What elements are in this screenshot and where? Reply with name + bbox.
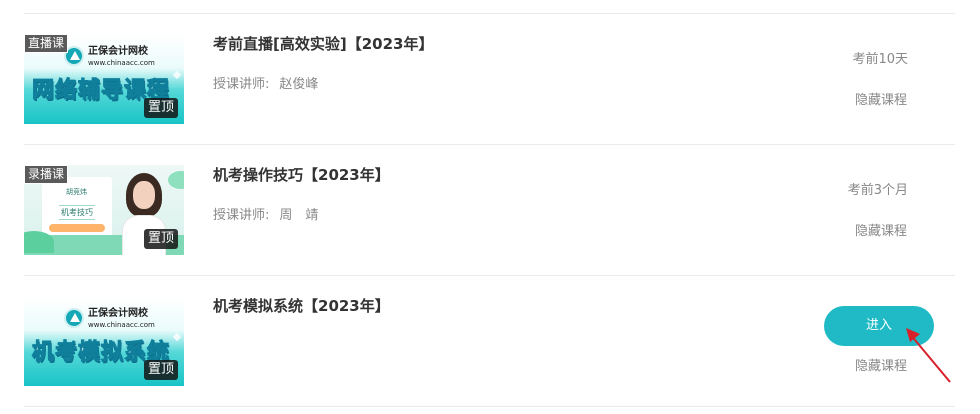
- course-title[interactable]: 考前直播[高效实验]【2023年】: [213, 34, 433, 54]
- course-thumbnail[interactable]: 胡竞炜 机考技巧 录播课 置顶: [24, 165, 184, 255]
- pinned-badge: 置顶: [143, 360, 178, 380]
- teacher-label: 授课讲师:: [213, 77, 270, 92]
- course-title[interactable]: 机考模拟系统【2023年】: [213, 296, 390, 316]
- teacher-name: 赵俊峰: [279, 77, 319, 92]
- thumbnail-brand: 正保会计网校: [88, 46, 148, 57]
- leaf-decoration-icon: [24, 231, 54, 253]
- thumbnail-url: www.chinaacc.com: [88, 321, 155, 329]
- course-type-badge: 直播课: [24, 34, 69, 53]
- course-row: 正保会计网校 www.chinaacc.com 机考模拟系统 置顶 机考模拟系统…: [24, 276, 955, 407]
- course-title[interactable]: 机考操作技巧【2023年】: [213, 165, 390, 185]
- course-teacher: 授课讲师: 周 靖: [213, 207, 318, 225]
- course-thumbnail[interactable]: 正保会计网校 www.chinaacc.com 网络辅导课程 直播课 置顶: [24, 34, 184, 124]
- teacher-name: 周 靖: [279, 208, 319, 223]
- sparkle-icon: [172, 70, 182, 80]
- course-row: 胡竞炜 机考技巧 录播课 置顶 机考操作技巧【2023年】 授课讲师: 周 靖 考…: [24, 145, 955, 276]
- leaf-decoration-icon: [168, 171, 184, 189]
- pinned-badge: 置顶: [143, 98, 178, 118]
- arrow-shaft: [909, 333, 951, 383]
- teacher-photo-face: [133, 181, 155, 209]
- course-row: 正保会计网校 www.chinaacc.com 网络辅导课程 直播课 置顶 考前…: [24, 14, 955, 145]
- thumbnail-topic: 机考技巧: [59, 205, 95, 220]
- thumbnail-brand: 正保会计网校: [88, 308, 148, 319]
- brand-logo-icon: [64, 308, 84, 328]
- hide-course-link[interactable]: 隐藏课程: [855, 92, 907, 110]
- thumbnail-teacher-line: 胡竞炜: [66, 188, 87, 196]
- course-teacher: 授课讲师: 赵俊峰: [213, 76, 318, 94]
- teacher-label: 授课讲师:: [213, 208, 270, 223]
- red-arrow-annotation: [906, 328, 951, 383]
- thumbnail-url: www.chinaacc.com: [88, 59, 155, 67]
- arrow-head-icon: [906, 328, 920, 342]
- exam-countdown: 考前3个月: [847, 183, 908, 198]
- exam-countdown: 考前10天: [852, 52, 908, 67]
- pinned-badge: 置顶: [143, 229, 178, 249]
- course-thumbnail[interactable]: 正保会计网校 www.chinaacc.com 机考模拟系统 置顶: [24, 296, 184, 386]
- sparkle-icon: [172, 332, 182, 342]
- hide-course-link[interactable]: 隐藏课程: [855, 223, 907, 241]
- course-type-badge: 录播课: [24, 165, 69, 184]
- course-list: 正保会计网校 www.chinaacc.com 网络辅导课程 直播课 置顶 考前…: [24, 0, 955, 414]
- thumbnail-button-shape: [49, 224, 105, 232]
